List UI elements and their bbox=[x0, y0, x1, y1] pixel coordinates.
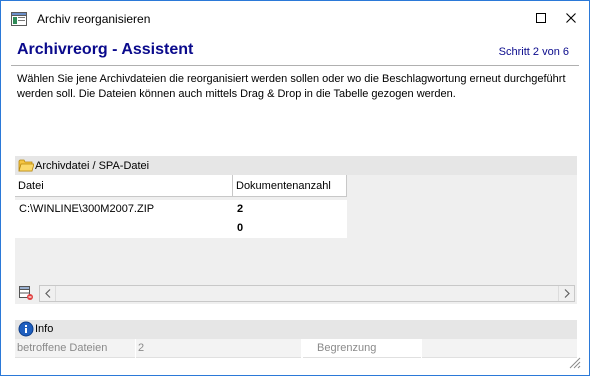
table-row[interactable]: C:\WINLINE\300M2007.ZIP 2 bbox=[15, 200, 347, 219]
archive-table[interactable]: Datei Dokumentenanzahl C:\WINLINE\300M20… bbox=[15, 175, 577, 282]
app-window-icon bbox=[11, 12, 27, 26]
file-cell: C:\WINLINE\300M2007.ZIP bbox=[19, 203, 155, 215]
dialog-window: Archiv reorganisieren Archivreorg - Assi… bbox=[0, 0, 590, 376]
count-cell: 2 bbox=[237, 203, 244, 215]
arrow-left-icon bbox=[45, 289, 51, 298]
limit-label: Begrenzung bbox=[303, 339, 421, 358]
arrow-right-icon bbox=[564, 289, 570, 298]
limit-value bbox=[422, 339, 577, 358]
page-title: Archivreorg - Assistent bbox=[17, 41, 194, 58]
table-header: Datei Dokumentenanzahl bbox=[15, 175, 347, 197]
step-indicator: Schritt 2 von 6 bbox=[498, 46, 569, 58]
header-divider bbox=[11, 65, 579, 66]
horizontal-scrollbar[interactable] bbox=[39, 285, 575, 302]
affected-files-value: 2 bbox=[136, 339, 301, 358]
info-panel-header: Info bbox=[15, 320, 577, 339]
scroll-right-button[interactable] bbox=[558, 286, 574, 301]
file-cell bbox=[19, 219, 231, 238]
scroll-left-button[interactable] bbox=[40, 286, 56, 301]
maximize-icon bbox=[536, 13, 546, 23]
count-cell: 0 bbox=[237, 222, 244, 234]
description-text: Wählen Sie jene Archivdateien die reorga… bbox=[17, 73, 566, 100]
title-bar[interactable]: Archiv reorganisieren bbox=[1, 1, 589, 36]
info-panel-title: Info bbox=[35, 323, 54, 335]
resize-grip-icon[interactable] bbox=[569, 357, 581, 369]
column-header-document-count[interactable]: Dokumentenanzahl bbox=[233, 175, 347, 197]
archive-panel-header: Archivdatei / SPA-Datei bbox=[15, 156, 577, 175]
info-row: betroffene Dateien 2 Begrenzung bbox=[15, 339, 577, 358]
folder-icon bbox=[18, 159, 34, 172]
affected-files-label: betroffene Dateien bbox=[15, 339, 135, 358]
table-row[interactable]: 0 bbox=[15, 219, 347, 238]
table-settings-icon[interactable] bbox=[18, 285, 34, 301]
table-footer bbox=[15, 282, 577, 304]
window-title: Archiv reorganisieren bbox=[37, 12, 151, 26]
info-icon bbox=[18, 321, 34, 337]
archive-panel-title: Archivdatei / SPA-Datei bbox=[35, 160, 150, 172]
close-icon bbox=[566, 13, 576, 23]
maximize-button[interactable] bbox=[529, 6, 553, 30]
column-header-file[interactable]: Datei bbox=[15, 175, 233, 197]
close-button[interactable] bbox=[559, 6, 583, 30]
